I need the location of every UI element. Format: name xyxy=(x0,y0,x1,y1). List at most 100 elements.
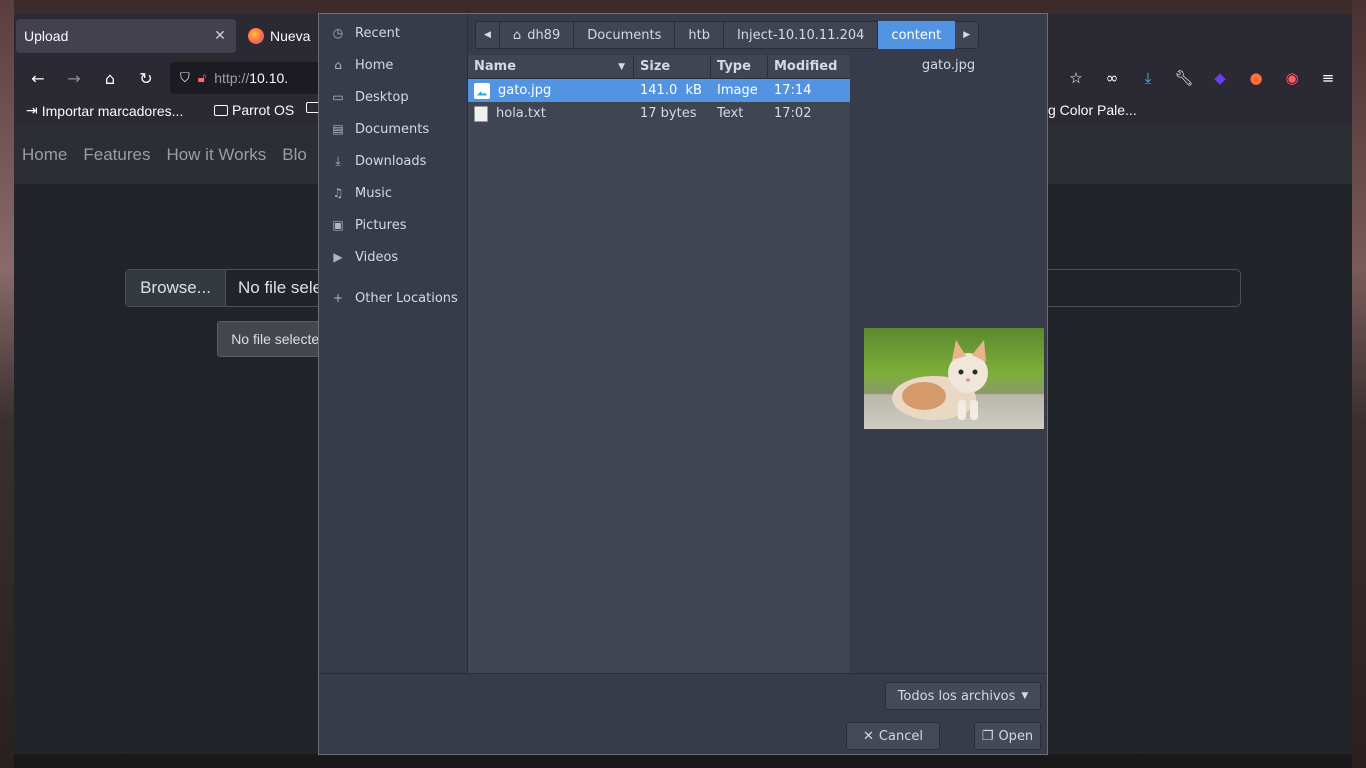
path-inject[interactable]: Inject-10.10.11.204 xyxy=(723,21,879,49)
mask-icon[interactable]: ∞ xyxy=(1098,64,1126,92)
open-icon: ❐ xyxy=(981,728,994,744)
place-pictures[interactable]: ▣ Pictures xyxy=(319,209,467,241)
file-size: 141.0 kB xyxy=(640,83,702,98)
desktop-icon: ▭ xyxy=(332,90,344,104)
bookmark-import[interactable]: ⇥ Importar marcadores... xyxy=(26,102,183,119)
file-status: No file sele xyxy=(238,278,323,297)
folder-icon xyxy=(214,104,228,116)
path-scroll-right[interactable]: ▶ xyxy=(955,21,980,49)
place-documents[interactable]: ▤ Documents xyxy=(319,113,467,145)
nav-blog[interactable]: Blo xyxy=(282,145,307,165)
place-desktop[interactable]: ▭ Desktop xyxy=(319,81,467,113)
nav-how-it-works[interactable]: How it Works xyxy=(166,145,266,165)
place-music[interactable]: ♫ Music xyxy=(319,177,467,209)
place-label: Documents xyxy=(355,121,430,137)
file-modified: 17:14 xyxy=(774,83,812,98)
open-button[interactable]: ❐ Open xyxy=(974,722,1041,750)
places-sidebar: ◷ Recent ⌂ Home ▭ Desktop ▤ Documents ⤓ … xyxy=(319,14,468,673)
path-htb[interactable]: htb xyxy=(675,21,724,49)
chevron-down-icon: ▼ xyxy=(1021,691,1029,701)
file-type: Text xyxy=(717,106,744,121)
path-label: content xyxy=(891,27,942,43)
wallpaper-left xyxy=(0,0,14,768)
kitten-picture xyxy=(892,340,988,420)
import-icon: ⇥ xyxy=(26,102,38,118)
extension-cube-icon[interactable]: ◆ xyxy=(1206,64,1234,92)
tab-upload[interactable]: Upload ✕ xyxy=(16,19,236,53)
menu-icon[interactable]: ≡ xyxy=(1314,64,1342,92)
home-icon: ⌂ xyxy=(334,58,342,72)
wallpaper-right xyxy=(1352,0,1366,768)
place-other-locations[interactable]: + Other Locations xyxy=(319,282,467,314)
download-icon: ⤓ xyxy=(335,153,341,168)
path-content[interactable]: content xyxy=(878,21,956,49)
open-label: Open xyxy=(998,728,1034,744)
shield-icon[interactable]: ⛉ xyxy=(180,71,190,86)
file-size: 17 bytes xyxy=(640,106,697,121)
close-icon[interactable]: ✕ xyxy=(212,28,228,44)
place-label: Recent xyxy=(355,25,400,41)
place-home[interactable]: ⌂ Home xyxy=(319,49,467,81)
place-videos[interactable]: ▶ Videos xyxy=(319,241,467,273)
close-icon: ✕ xyxy=(863,728,874,744)
image-file-icon xyxy=(474,82,490,99)
path-label: htb xyxy=(688,27,710,43)
column-type[interactable]: Type xyxy=(711,55,768,78)
file-list-header: Name ▼ Size Type Modified xyxy=(468,55,850,79)
browse-button[interactable]: Browse... xyxy=(126,270,226,306)
wrench-icon[interactable]: 🔧︎ xyxy=(1170,64,1198,92)
document-icon: ▤ xyxy=(332,122,344,136)
column-size[interactable]: Size xyxy=(634,55,711,78)
home-icon[interactable]: ⌂ xyxy=(96,64,124,92)
file-modified: 17:02 xyxy=(774,106,812,121)
column-name[interactable]: Name ▼ xyxy=(468,55,634,78)
cancel-button[interactable]: ✕ Cancel xyxy=(846,722,940,750)
place-label: Other Locations xyxy=(355,290,458,306)
sort-down-icon: ▼ xyxy=(618,61,625,72)
place-recent[interactable]: ◷ Recent xyxy=(319,17,467,49)
file-filter-select[interactable]: Todos los archivos ▼ xyxy=(885,682,1041,710)
nav-home[interactable]: Home xyxy=(22,145,67,165)
bookmark-label: Parrot OS xyxy=(232,102,295,118)
nav-features[interactable]: Features xyxy=(83,145,150,165)
column-modified[interactable]: Modified xyxy=(768,55,850,78)
bookmark-star-icon[interactable]: ☆ xyxy=(1062,64,1090,92)
filter-label: Todos los archivos xyxy=(897,688,1016,704)
path-label: dh89 xyxy=(527,27,561,43)
file-type: Image xyxy=(717,83,758,98)
firefox-icon xyxy=(248,28,264,44)
path-home[interactable]: ⌂ dh89 xyxy=(499,21,575,49)
tab-nueva[interactable]: Nueva xyxy=(248,19,310,53)
forward-icon[interactable]: → xyxy=(60,64,88,92)
chevron-right-icon: ▶ xyxy=(963,30,971,40)
cancel-label: Cancel xyxy=(878,728,923,744)
bookmark-label: Importar marcadores... xyxy=(41,102,184,119)
home-icon: ⌂ xyxy=(512,27,522,43)
file-row[interactable]: hola.txt 17 bytes Text 17:02 xyxy=(468,102,850,125)
path-documents[interactable]: Documents xyxy=(574,21,676,49)
path-scroll-left[interactable]: ◀ xyxy=(475,21,500,49)
tab-title: Nueva xyxy=(270,28,311,44)
insecure-lock-icon[interactable]: 🔓︎ xyxy=(198,71,206,86)
file-name: hola.txt xyxy=(496,106,546,121)
path-label: Inject-10.10.11.204 xyxy=(736,27,865,43)
file-row[interactable]: gato.jpg 141.0 kB Image 17:14 xyxy=(468,79,850,102)
reload-icon[interactable]: ↻ xyxy=(132,64,160,92)
place-downloads[interactable]: ⤓ Downloads xyxy=(319,145,467,177)
file-name: gato.jpg xyxy=(498,83,552,98)
bookmark-label: g Color Pale... xyxy=(1048,102,1137,118)
back-icon[interactable]: ← xyxy=(24,64,52,92)
chevron-left-icon: ◀ xyxy=(484,30,491,40)
place-label: Desktop xyxy=(355,89,409,105)
url-text: http://10.10. xyxy=(214,70,289,86)
place-label: Videos xyxy=(355,249,399,265)
path-label: Documents xyxy=(587,27,662,43)
file-list: Name ▼ Size Type Modified gato.jpg 141.0… xyxy=(468,55,850,673)
bookmark-color-palette[interactable]: g Color Pale... xyxy=(1048,102,1137,118)
url-bar[interactable]: ⛉ 🔓︎ http://10.10. xyxy=(170,62,320,94)
extension-glasses-icon[interactable]: ◉ xyxy=(1278,64,1306,92)
place-label: Pictures xyxy=(355,217,407,233)
bookmark-parrot[interactable]: Parrot OS xyxy=(214,102,294,118)
extension-fox-icon[interactable]: ● xyxy=(1242,64,1270,92)
download-icon[interactable]: ⤓ xyxy=(1134,64,1162,92)
